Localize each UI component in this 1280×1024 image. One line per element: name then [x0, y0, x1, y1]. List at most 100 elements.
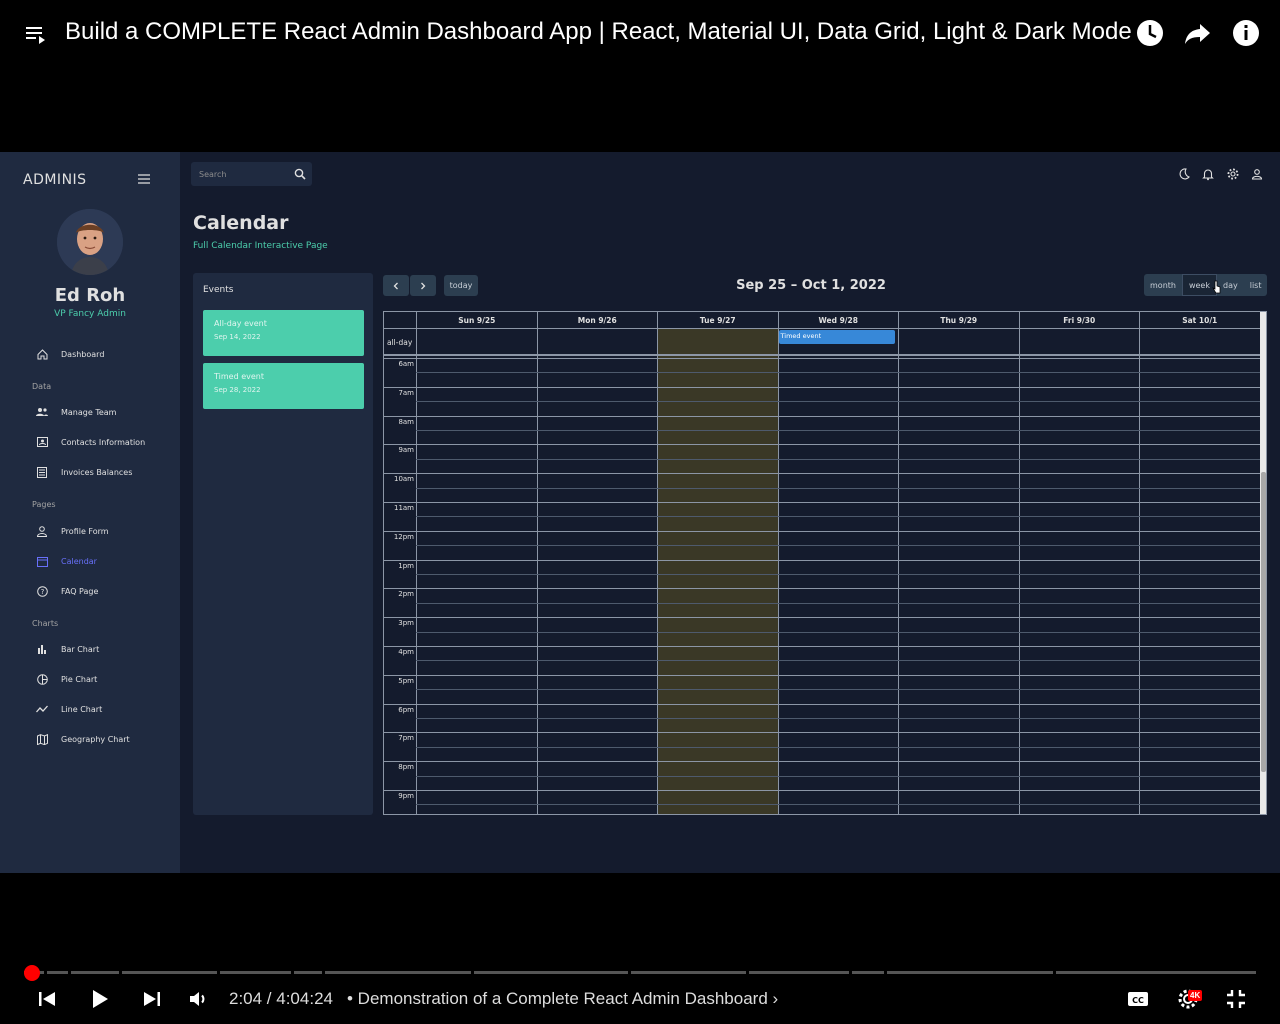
nav-bar-chart[interactable]: Bar Chart	[36, 639, 176, 659]
day-header[interactable]: Fri 9/30	[1018, 312, 1140, 328]
all-day-label: all-day	[387, 338, 413, 347]
half-hour-line	[416, 804, 1260, 806]
day-header[interactable]: Wed 9/28	[777, 312, 899, 328]
settings-icon[interactable]	[1226, 167, 1240, 181]
search-box	[191, 162, 312, 186]
nav-label: Line Chart	[61, 704, 103, 714]
axis-line	[384, 732, 416, 734]
hour-line	[416, 530, 1260, 532]
nav-line-chart[interactable]: Line Chart	[36, 699, 176, 719]
previous-icon[interactable]	[35, 987, 59, 1011]
axis-line	[384, 358, 416, 359]
axis-line	[384, 415, 416, 417]
day-header[interactable]: Tue 9/27	[657, 312, 778, 328]
chapter-title[interactable]: • Demonstration of a Complete React Admi…	[347, 989, 778, 1009]
watch-later-icon[interactable]	[1135, 18, 1165, 48]
quality-badge: 4K	[1188, 990, 1203, 1001]
next-icon[interactable]	[140, 987, 164, 1011]
axis-line	[384, 559, 416, 561]
svg-text:CC: CC	[1132, 996, 1144, 1005]
half-hour-line	[416, 487, 1260, 489]
chapter-divider	[68, 971, 71, 974]
today-button[interactable]: today	[444, 275, 478, 296]
search-input[interactable]	[199, 167, 289, 181]
event-date: Sep 14, 2022	[214, 333, 261, 341]
volume-icon[interactable]	[187, 987, 211, 1011]
nav-calendar[interactable]: Calendar	[36, 551, 176, 571]
share-icon[interactable]	[1183, 18, 1213, 48]
half-hour-line	[416, 401, 1260, 403]
half-hour-line	[416, 430, 1260, 431]
time-label: 3pm	[398, 619, 414, 628]
half-hour-line	[416, 746, 1260, 748]
nav-invoices[interactable]: Invoices Balances	[36, 462, 176, 482]
hour-line	[416, 588, 1260, 590]
notifications-icon[interactable]	[1201, 167, 1215, 181]
nav-manage-team[interactable]: Manage Team	[36, 402, 176, 422]
calendar-event[interactable]: Timed event	[778, 330, 895, 344]
half-hour-line	[416, 372, 1260, 374]
map-icon	[36, 733, 48, 745]
chapter-divider	[217, 971, 220, 974]
half-hour-line	[416, 660, 1260, 662]
play-icon[interactable]	[88, 987, 112, 1011]
captions-icon[interactable]: CC	[1126, 987, 1150, 1011]
nav-section-data: Data	[32, 382, 52, 391]
avatar	[57, 209, 123, 275]
event-card[interactable]: All-day event Sep 14, 2022	[203, 310, 364, 356]
next-button[interactable]	[410, 275, 436, 296]
half-hour-line	[416, 574, 1260, 575]
search-icon[interactable]	[294, 168, 306, 180]
day-header[interactable]: Sat 10/1	[1139, 312, 1260, 328]
nav-contacts[interactable]: Contacts Information	[36, 432, 176, 452]
dark-mode-icon[interactable]	[1177, 167, 1191, 181]
day-header[interactable]: Thu 9/29	[898, 312, 1019, 328]
mouse-cursor-icon	[1212, 280, 1221, 294]
nav-profile-form[interactable]: Profile Form	[36, 521, 176, 541]
view-list-button[interactable]: list	[1244, 274, 1268, 296]
axis-line	[384, 617, 416, 619]
chapter-divider	[119, 971, 122, 974]
nav-geography-chart[interactable]: Geography Chart	[36, 729, 176, 749]
axis-line	[384, 761, 416, 763]
scrollbar-thumb[interactable]	[1261, 472, 1266, 772]
help-icon: ?	[36, 585, 48, 597]
day-header[interactable]: Sun 9/25	[416, 312, 537, 328]
info-icon[interactable]	[1231, 18, 1261, 48]
progress-bar[interactable]	[24, 971, 1259, 974]
page-title: Calendar	[193, 212, 289, 234]
nav-label: Contacts Information	[61, 437, 146, 447]
event-card[interactable]: Timed event Sep 28, 2022	[203, 363, 364, 409]
nav-pie-chart[interactable]: Pie Chart	[36, 669, 176, 689]
person-icon[interactable]	[1250, 167, 1264, 181]
time-label: 10am	[393, 475, 414, 484]
calendar-icon	[36, 555, 48, 567]
nav-faq[interactable]: ? FAQ Page	[36, 581, 176, 601]
half-hour-line	[416, 545, 1260, 547]
axis-line	[384, 588, 416, 590]
half-hour-line	[416, 458, 1260, 460]
menu-icon[interactable]	[138, 174, 150, 184]
time-slots: 6am 7am 8am 9am 10am 11am 12pm 1pm 2pm 3pm 4pm 5pm 6…	[384, 358, 1260, 814]
exit-fullscreen-icon[interactable]	[1224, 987, 1248, 1011]
time-label: 8pm	[398, 763, 414, 772]
view-month-button[interactable]: month	[1144, 274, 1182, 296]
time-label: 1pm	[398, 561, 414, 570]
nav-label: Geography Chart	[61, 734, 130, 744]
axis-line	[384, 530, 416, 532]
calendar-grid: Sun 9/25 Mon 9/26 Tue 9/27 Wed 9/28 Thu 9/29…	[383, 311, 1267, 815]
chapter-divider	[291, 971, 294, 974]
nav-dashboard[interactable]: Dashboard	[36, 344, 176, 364]
time-label: 5pm	[398, 676, 414, 685]
prev-button[interactable]	[383, 275, 409, 296]
scrubber-handle[interactable]	[24, 965, 40, 981]
hour-line	[416, 386, 1260, 388]
events-panel: Events All-day event Sep 14, 2022 Timed …	[193, 273, 373, 815]
day-header[interactable]: Mon 9/26	[536, 312, 658, 328]
nav-label: Invoices Balances	[61, 467, 133, 477]
video-title[interactable]: Build a COMPLETE React Admin Dashboard A…	[65, 18, 1132, 46]
chapter-divider	[884, 971, 887, 974]
playlist-icon[interactable]	[24, 22, 48, 46]
home-icon	[36, 348, 48, 360]
sidebar: ADMINIS Ed Roh VP Fancy Admin Dashboard …	[0, 152, 180, 873]
